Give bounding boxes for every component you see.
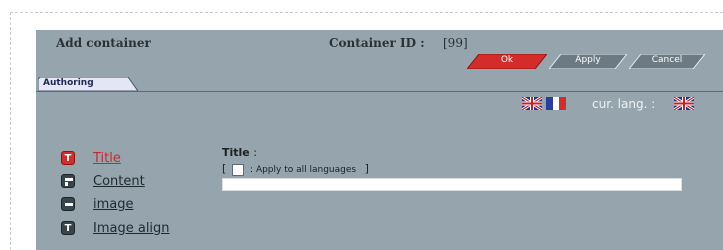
image-icon [61, 197, 75, 211]
cancel-button-label: Cancel [651, 55, 683, 65]
apply-all-languages: [ : Apply to all languages ] [222, 162, 369, 176]
nav-item-image-align-label: Image align [93, 221, 170, 236]
container-id-label: Container ID : [329, 36, 425, 50]
current-language-flag-icon [674, 97, 694, 110]
cancel-button[interactable]: Cancel [629, 54, 705, 69]
title-field-label: Title : [222, 146, 257, 159]
ok-button[interactable]: Ok [467, 54, 547, 69]
apply-button[interactable]: Apply [549, 54, 627, 69]
tab-authoring[interactable]: Authoring [38, 77, 138, 91]
tab-divider [36, 91, 723, 92]
fr-flag-icon[interactable] [546, 97, 566, 110]
apply-all-languages-checkbox[interactable] [232, 163, 245, 176]
container-id-value: [99] [443, 36, 468, 50]
dashed-border-top [10, 12, 723, 13]
dashed-border-left [10, 12, 11, 250]
title-input[interactable] [222, 178, 682, 191]
nav-item-title-label: Title [93, 151, 121, 166]
nav-item-image-label: image [93, 197, 134, 212]
page-title: Add container [56, 36, 151, 50]
apply-all-languages-label: : Apply to all languages [250, 165, 357, 175]
text-icon: T [61, 221, 75, 235]
content-icon [61, 174, 75, 188]
ok-button-label: Ok [500, 55, 514, 65]
nav-item-content-label: Content [93, 174, 145, 189]
text-icon: T [61, 151, 75, 165]
uk-flag-icon[interactable] [522, 97, 542, 110]
current-language-label: cur. lang. : [592, 97, 656, 111]
apply-button-label: Apply [575, 55, 601, 65]
tab-authoring-label: Authoring [43, 78, 94, 88]
